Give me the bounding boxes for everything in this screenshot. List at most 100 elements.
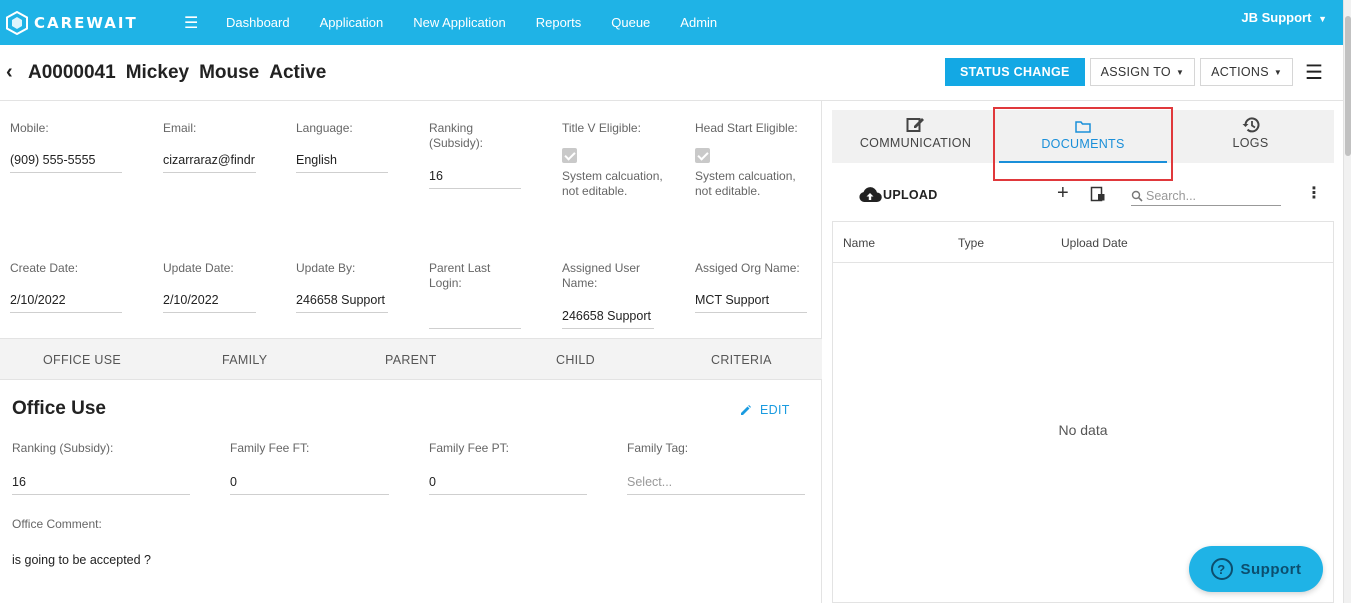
support-label: Support (1240, 560, 1302, 578)
scrollbar-thumb[interactable] (1345, 16, 1351, 156)
column-upload-date[interactable]: Upload Date (1061, 236, 1128, 250)
office-use-title: Office Use (12, 398, 106, 419)
family-fee-pt-field: Family Fee PT: 0 (429, 441, 587, 495)
update-by-value[interactable]: 246658 Support (296, 292, 388, 313)
assigned-org-field: Assiged Org Name: MCT Support (695, 261, 807, 313)
assign-to-label: ASSIGN TO (1100, 65, 1171, 79)
record-status: Active (269, 61, 327, 83)
tab-criteria[interactable]: CRITERIA (711, 353, 772, 367)
upload-button[interactable]: UPLOAD (858, 186, 938, 204)
help-icon: ? (1210, 558, 1233, 580)
logs-label: LOGS (1232, 136, 1269, 150)
nav-item-application[interactable]: Application (320, 15, 384, 30)
ranking-label: Ranking (Subsidy): (429, 121, 484, 150)
create-date-field: Create Date: 2/10/2022 (10, 261, 122, 313)
family-fee-ft-label: Family Fee FT: (230, 441, 310, 455)
applicant-details-panel: Mobile: (909) 555-5555 Email: cizarraraz… (0, 101, 822, 603)
nav-item-dashboard[interactable]: Dashboard (226, 15, 290, 30)
tab-communication[interactable]: COMMUNICATION (832, 110, 999, 163)
record-last-name: Mouse (199, 61, 260, 83)
main-nav: Dashboard Application New Application Re… (226, 15, 747, 30)
section-tabs: OFFICE USE FAMILY PARENT CHILD CRITERIA (0, 338, 822, 380)
top-navbar: CAREWAIT ☰ Dashboard Application New App… (0, 0, 1343, 45)
documents-toolbar: UPLOAD + Search... ⋮ (832, 180, 1334, 210)
mobile-label: Mobile: (10, 121, 49, 135)
email-value[interactable]: cizarraraz@findr (163, 152, 256, 173)
family-fee-pt-value[interactable]: 0 (429, 474, 587, 495)
brand-name: CAREWAIT (34, 13, 138, 32)
caret-down-icon: ▼ (1318, 14, 1327, 24)
tab-office-use[interactable]: OFFICE USE (43, 353, 121, 367)
title-v-field: Title V Eligible: System calcuation, not… (562, 121, 674, 199)
assigned-user-value[interactable]: 246658 Support (562, 308, 654, 329)
family-tag-field: Family Tag: Select... (627, 441, 805, 495)
search-icon (1131, 190, 1143, 202)
column-name[interactable]: Name (843, 236, 875, 250)
update-by-label: Update By: (296, 261, 356, 275)
kebab-menu-icon[interactable]: ⋮ (1306, 183, 1322, 203)
user-menu[interactable]: JB Support ▼ (1241, 10, 1327, 25)
assigned-org-label: Assiged Org Name: (695, 261, 800, 275)
tab-parent[interactable]: PARENT (385, 353, 437, 367)
caret-down-icon: ▼ (1273, 67, 1283, 77)
record-header: ‹ A0000041 Mickey Mouse Active STATUS CH… (0, 45, 1343, 101)
record-first-name: Mickey (125, 61, 190, 83)
search-field[interactable]: Search... (1131, 186, 1281, 206)
parent-last-login-label: Parent Last Login: (429, 261, 491, 290)
parent-last-login-value[interactable] (429, 308, 521, 329)
office-ranking-value[interactable]: 16 (12, 474, 190, 495)
page-scrollbar[interactable] (1343, 0, 1351, 603)
office-comment-value[interactable]: is going to be accepted ? (12, 552, 805, 603)
tab-logs[interactable]: LOGS (1167, 110, 1334, 163)
side-panel: COMMUNICATION DOCUMENTS LOGS UPLOAD + Se… (832, 110, 1334, 603)
status-change-button[interactable]: STATUS CHANGE (944, 58, 1085, 86)
history-icon (1242, 117, 1259, 133)
actions-button[interactable]: ACTIONS ▼ (1200, 58, 1294, 86)
search-input[interactable]: Search... (1146, 189, 1196, 203)
language-label: Language: (296, 121, 353, 135)
nav-item-admin[interactable]: Admin (680, 15, 717, 30)
assign-to-button[interactable]: ASSIGN TO ▼ (1089, 58, 1196, 86)
update-date-field: Update Date: 2/10/2022 (163, 261, 256, 313)
nav-item-reports[interactable]: Reports (536, 15, 582, 30)
tab-family[interactable]: FAMILY (222, 353, 267, 367)
head-start-note: System calcuation, not editable. (695, 169, 796, 198)
office-comment-label: Office Comment: (12, 517, 102, 531)
column-type[interactable]: Type (958, 236, 984, 250)
family-tag-select[interactable]: Select... (627, 474, 805, 495)
edit-button[interactable]: EDIT (740, 403, 790, 417)
document-preview-icon[interactable] (1090, 186, 1106, 202)
create-date-value[interactable]: 2/10/2022 (10, 292, 122, 313)
assigned-user-field: Assigned User Name: 246658 Support (562, 261, 654, 329)
brand-logo[interactable]: CAREWAIT (6, 10, 176, 35)
nav-menu-icon[interactable]: ☰ (184, 13, 214, 33)
family-fee-ft-field: Family Fee FT: 0 (230, 441, 389, 495)
nav-item-queue[interactable]: Queue (611, 15, 650, 30)
back-arrow-icon[interactable]: ‹ (6, 61, 28, 84)
assigned-org-value[interactable]: MCT Support (695, 292, 807, 313)
header-actions: STATUS CHANGE ASSIGN TO ▼ ACTIONS ▼ ☰ (944, 58, 1323, 86)
title-v-checkbox (562, 148, 577, 163)
add-icon[interactable]: + (1057, 182, 1069, 205)
upload-label: UPLOAD (883, 188, 938, 202)
language-value[interactable]: English (296, 152, 388, 173)
head-start-label: Head Start Eligible: (695, 121, 798, 135)
nav-item-new-application[interactable]: New Application (413, 15, 506, 30)
communication-label: COMMUNICATION (859, 136, 972, 150)
actions-label: ACTIONS (1211, 65, 1269, 79)
language-field: Language: English (296, 121, 388, 173)
family-fee-ft-value[interactable]: 0 (230, 474, 389, 495)
office-comment-field: Office Comment: is going to be accepted … (12, 517, 805, 603)
documents-tab-highlight (993, 107, 1173, 181)
title-v-label: Title V Eligible: (562, 121, 641, 135)
title-v-note: System calcuation, not editable. (562, 169, 663, 198)
support-button[interactable]: ? Support (1189, 546, 1323, 592)
tab-child[interactable]: CHILD (556, 353, 595, 367)
office-ranking-label: Ranking (Subsidy): (12, 441, 114, 455)
email-label: Email: (163, 121, 197, 135)
mobile-value[interactable]: (909) 555-5555 (10, 152, 122, 173)
ranking-value[interactable]: 16 (429, 168, 521, 189)
update-date-value[interactable]: 2/10/2022 (163, 292, 256, 313)
pencil-icon (741, 405, 751, 415)
more-menu-icon[interactable]: ☰ (1305, 60, 1323, 85)
